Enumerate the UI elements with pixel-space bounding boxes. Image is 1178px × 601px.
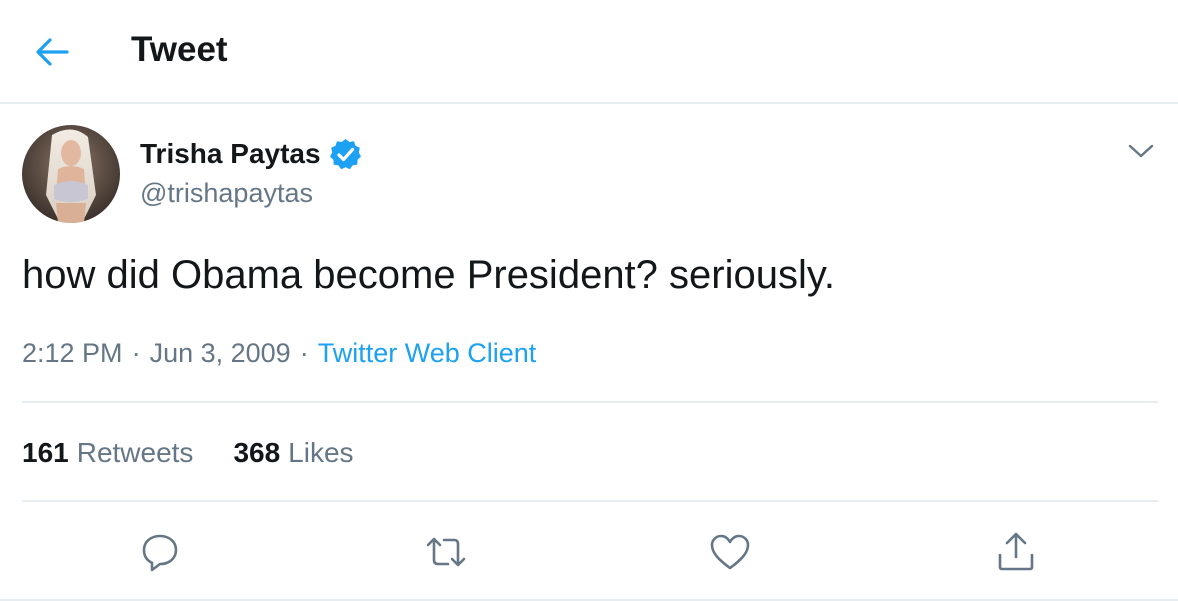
retweet-button[interactable] xyxy=(424,530,468,574)
likes-count: 368 xyxy=(233,437,281,468)
reply-button[interactable] xyxy=(138,530,182,574)
tweet-date[interactable]: Jun 3, 2009 xyxy=(150,338,291,368)
tweet-stats: 161 Retweets 368 Likes xyxy=(22,435,394,471)
retweet-icon xyxy=(426,537,466,567)
share-icon xyxy=(998,532,1034,571)
reply-icon xyxy=(142,534,178,572)
likes-label: Likes xyxy=(288,437,354,468)
back-button[interactable] xyxy=(30,30,74,74)
meta-separator: · xyxy=(131,338,141,368)
author-name-row[interactable]: Trisha Paytas xyxy=(140,136,363,172)
likes-stat[interactable]: 368 Likes xyxy=(233,435,353,471)
tweet-text: how did Obama become President? seriousl… xyxy=(22,253,836,297)
avatar-image xyxy=(22,125,120,223)
share-button[interactable] xyxy=(994,530,1038,574)
page-title: Tweet xyxy=(131,30,228,69)
tweet-time[interactable]: 2:12 PM xyxy=(22,338,123,368)
meta-separator: · xyxy=(299,338,309,368)
avatar[interactable] xyxy=(22,125,120,223)
chevron-down-icon xyxy=(1128,144,1154,158)
arrow-left-icon xyxy=(36,38,69,66)
retweets-stat[interactable]: 161 Retweets xyxy=(22,435,193,471)
page-header: Tweet xyxy=(0,0,1178,104)
retweets-count: 161 xyxy=(22,437,69,468)
divider xyxy=(22,401,1158,403)
tweet-source-link[interactable]: Twitter Web Client xyxy=(318,338,537,368)
like-button[interactable] xyxy=(708,530,752,574)
author-handle[interactable]: @trishapaytas xyxy=(140,176,313,210)
tweet-metadata: 2:12 PM · Jun 3, 2009 · Twitter Web Client xyxy=(22,335,536,371)
retweets-label: Retweets xyxy=(76,437,194,468)
display-name[interactable]: Trisha Paytas xyxy=(140,136,321,172)
verified-badge-icon xyxy=(328,137,363,172)
like-icon xyxy=(710,534,750,570)
more-options-button[interactable] xyxy=(1124,136,1158,166)
divider xyxy=(22,500,1158,502)
